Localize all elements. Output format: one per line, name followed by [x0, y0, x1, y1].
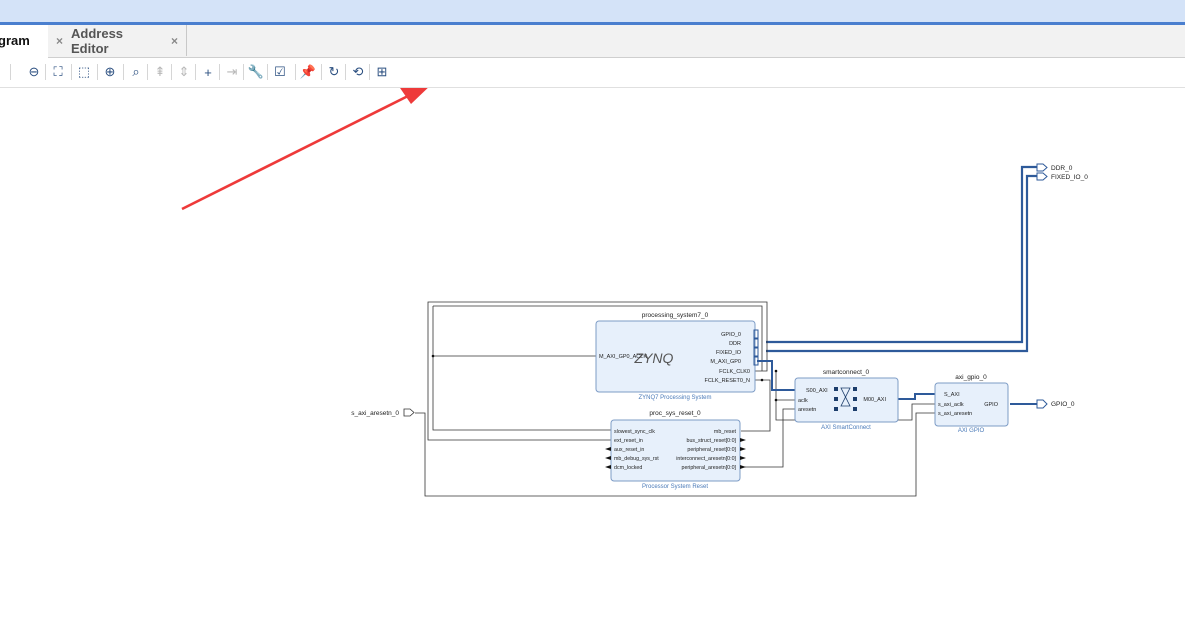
smartconnect-block[interactable]: smartconnect_0 S00_AXI aclk aresetn M00_…: [794, 369, 899, 431]
smartconnect-port-label: M00_AXI: [863, 397, 886, 403]
reset-port-label: ext_reset_in: [614, 438, 643, 444]
reset-port-label: slowest_sync_clk: [614, 429, 655, 435]
close-icon[interactable]: ×: [56, 34, 63, 48]
zynq-instance-name: processing_system7_0: [642, 312, 709, 319]
zynq-port-label: GPIO_0: [721, 332, 741, 338]
zynq-port-label: FCLK_CLK0: [719, 369, 750, 375]
gpio-port-label: s_axi_aresetn: [938, 411, 972, 417]
gpio-instance-name: axi_gpio_0: [955, 374, 987, 381]
smartconnect-subtitle: AXI SmartConnect: [821, 425, 871, 431]
diagram-canvas[interactable]: DDR_0 FIXED_IO_0 processing_system7_0 ZY…: [0, 82, 1185, 619]
toolbar-separator: [295, 64, 296, 80]
regenerate-layout-icon[interactable]: ↻: [324, 62, 344, 82]
zoom-out-icon[interactable]: ⊖: [24, 62, 44, 82]
axi-gpio-block[interactable]: axi_gpio_0 S_AXI s_axi_aclk s_axi_areset…: [934, 374, 1009, 434]
zynq-port-label: FCLK_RESET0_N: [704, 378, 750, 384]
toolbar-separator: [97, 64, 98, 80]
add-ip-icon[interactable]: +: [198, 62, 218, 82]
reset-port-label: peripheral_reset[0:0]: [687, 447, 736, 453]
toolbar-separator: [45, 64, 46, 80]
reset-instance-name: proc_sys_reset_0: [649, 410, 701, 417]
reset-port-label: peripheral_aresetn[0:0]: [682, 465, 737, 471]
ext-port-gpio[interactable]: GPIO_0: [1036, 399, 1075, 409]
ext-port-gpio-label: GPIO_0: [1051, 401, 1075, 408]
ddr-bus-net[interactable]: [766, 165, 1037, 344]
gpio-port-label: s_axi_aclk: [938, 402, 964, 408]
proc-sys-reset-block[interactable]: proc_sys_reset_0 slowest_sync_clk ext_re…: [605, 410, 746, 490]
collapse-icon[interactable]: ⇞: [150, 62, 170, 82]
expand-icon[interactable]: ⇕: [174, 62, 194, 82]
ext-port-ddr-label: DDR_0: [1051, 165, 1073, 172]
reset-port-label: mb_debug_sys_rst: [614, 456, 659, 462]
block-diagram: DDR_0 FIXED_IO_0 processing_system7_0 ZY…: [181, 82, 1088, 497]
zynq-port-label: FIXED_IO: [716, 350, 742, 356]
reset-port-label: aux_reset_in: [614, 447, 644, 453]
gpio-port-label: GPIO: [984, 402, 998, 408]
toolbar-separator: [171, 64, 172, 80]
zynq-port-label: DDR: [729, 341, 741, 347]
optimize-routing-icon[interactable]: ⟲: [348, 62, 368, 82]
tab-block-design[interactable]: gram: [0, 25, 48, 58]
toolbar-separator: [267, 64, 268, 80]
diagram-toolbar: ⊖ ⛶ ⬚ ⊕ ⌕ ⇞ ⇕ + ⇥ 🔧 ☑ 📌 ↻ ⟲ ⊞: [0, 58, 1185, 88]
toolbar-separator: [369, 64, 370, 80]
toolbar-separator: [219, 64, 220, 80]
toolbar-separator: [345, 64, 346, 80]
reset-port-label: bus_struct_reset[0:0]: [687, 438, 737, 444]
tab-address-editor-label: Address Editor: [71, 25, 124, 56]
zynq-port-label: M_AXI_GP0: [710, 359, 741, 365]
window-title-strip: [0, 0, 1185, 22]
zoom-fit-icon[interactable]: ⛶: [48, 62, 68, 82]
center-icon[interactable]: ⊕: [100, 62, 120, 82]
port-icon[interactable]: ⊞: [372, 62, 392, 82]
smartconnect-port-label: aresetn: [798, 407, 816, 413]
pin-icon[interactable]: 📌: [298, 62, 318, 82]
zoom-area-icon[interactable]: ⬚: [74, 62, 94, 82]
reset-port-label: dcm_locked: [614, 465, 642, 471]
smartconnect-port-label: S00_AXI: [806, 388, 828, 394]
ext-port-s-axi-aresetn-label: s_axi_aresetn_0: [351, 410, 399, 417]
toolbar-separator: [71, 64, 72, 80]
annotation-arrow: [181, 82, 434, 211]
tab-block-design-label: gram: [0, 33, 30, 48]
toolbar-separator: [10, 64, 11, 80]
zynq-port-label: M_AXI_GP0_ACLK: [599, 354, 647, 360]
toolbar-separator: [243, 64, 244, 80]
reset-port-label: mb_reset: [714, 429, 737, 435]
toolbar-separator: [123, 64, 124, 80]
zynq-subtitle: ZYNQ7 Processing System: [638, 395, 711, 401]
toolbar-separator: [321, 64, 322, 80]
reset-subtitle: Processor System Reset: [642, 484, 708, 490]
gpio-subtitle: AXI GPIO: [958, 428, 985, 434]
fixed-io-bus-net[interactable]: [766, 174, 1037, 353]
search-icon[interactable]: ⌕: [126, 62, 146, 82]
make-external-icon[interactable]: ⇥: [222, 62, 242, 82]
ext-port-fixed-io-label: FIXED_IO_0: [1051, 174, 1088, 181]
ext-port-ddr[interactable]: DDR_0: [1036, 163, 1073, 172]
smartconnect-instance-name: smartconnect_0: [823, 369, 870, 376]
validate-design-icon[interactable]: ☑: [270, 62, 290, 82]
close-icon[interactable]: ×: [171, 34, 178, 48]
tab-address-editor[interactable]: × Address Editor ×: [48, 25, 187, 56]
toolbar-separator: [147, 64, 148, 80]
ext-port-fixed-io[interactable]: FIXED_IO_0: [1036, 172, 1088, 181]
gpio-port-label: S_AXI: [944, 392, 960, 398]
zynq-ps-block[interactable]: processing_system7_0 ZYNQ M_AXI_GP0_ACLK…: [595, 312, 759, 401]
smartconnect-port-label: aclk: [798, 398, 808, 404]
editor-tab-bar: gram × Address Editor ×: [0, 25, 1185, 58]
ext-port-s-axi-aresetn[interactable]: s_axi_aresetn_0: [351, 408, 415, 417]
properties-wrench-icon[interactable]: 🔧: [246, 62, 266, 82]
toolbar-separator: [195, 64, 196, 80]
reset-port-label: interconnect_aresetn[0:0]: [676, 456, 736, 462]
